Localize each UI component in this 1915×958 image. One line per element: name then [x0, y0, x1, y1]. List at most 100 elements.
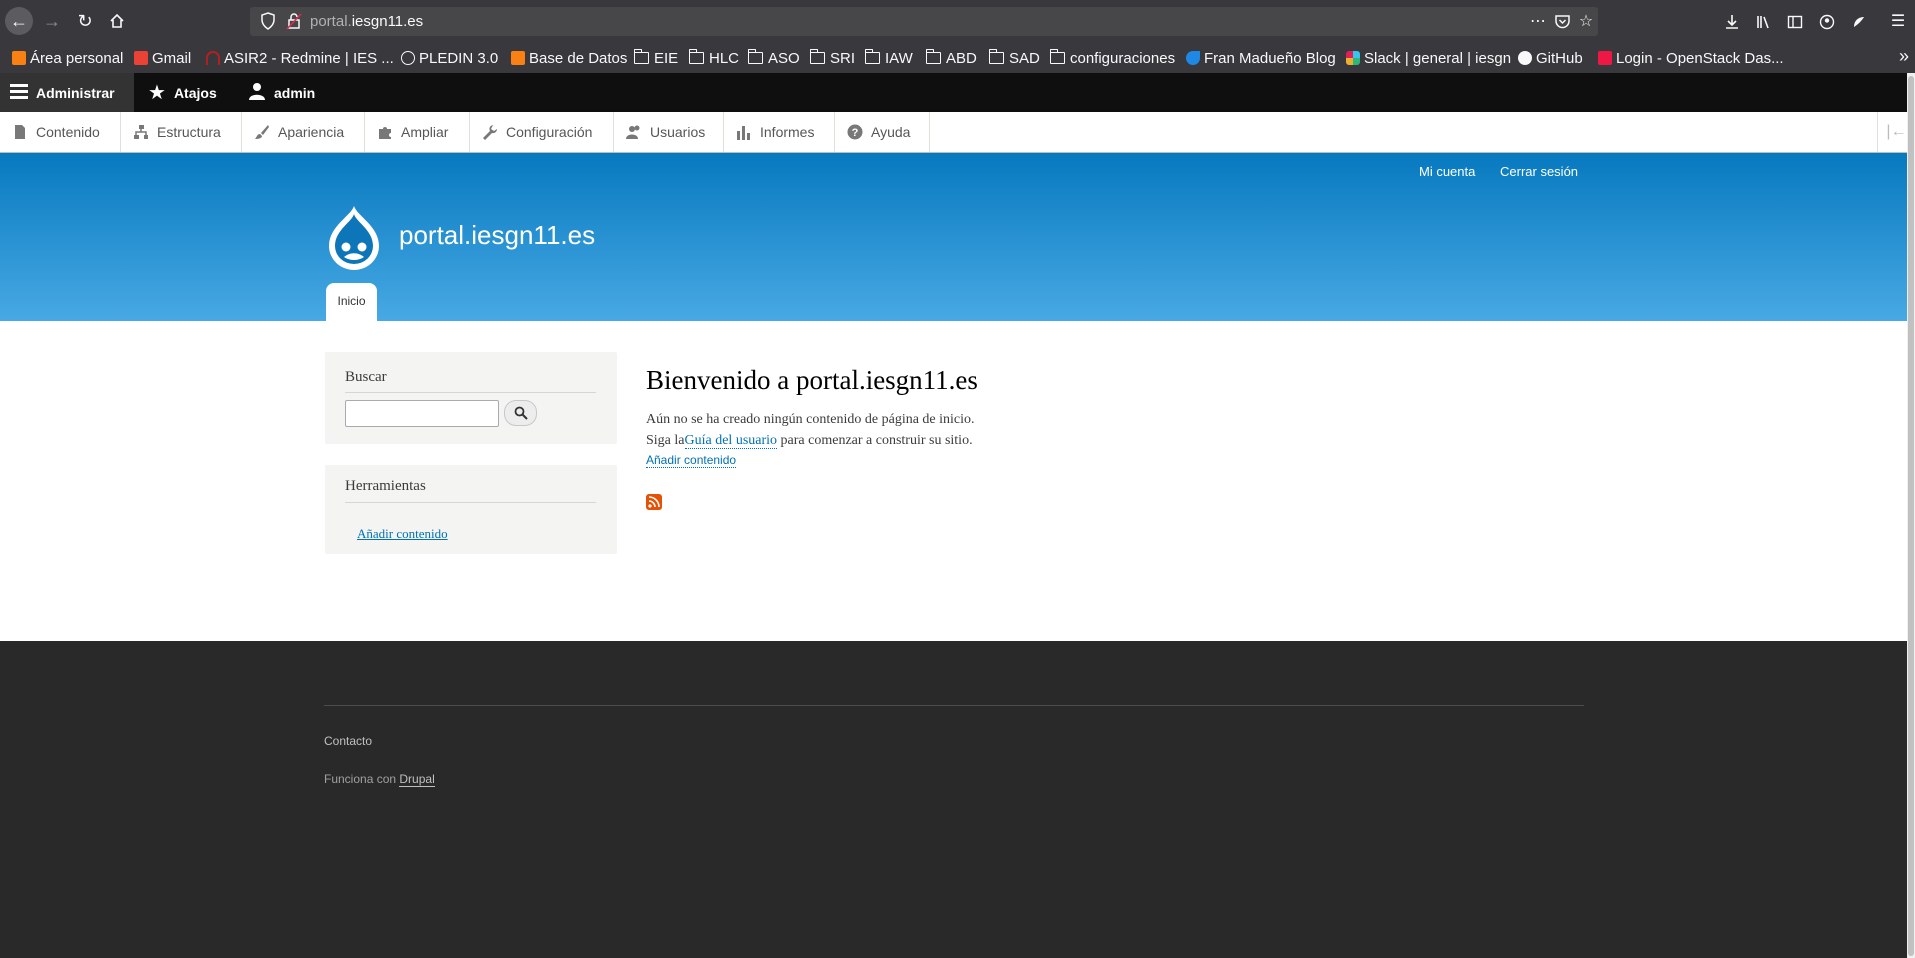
- bookmark-item[interactable]: Slack | general | iesgn: [1346, 48, 1511, 68]
- tray-label: Estructura: [157, 124, 221, 140]
- divider: [345, 392, 596, 393]
- url-text[interactable]: portal.iesgn11.es: [310, 13, 423, 30]
- bookmark-item[interactable]: Área personal: [12, 48, 123, 68]
- search-button[interactable]: [504, 400, 537, 426]
- home-icon: [110, 13, 124, 28]
- bookmark-item[interactable]: GitHub: [1518, 48, 1583, 68]
- library-icon[interactable]: [1752, 10, 1776, 34]
- bookmark-label: EIE: [654, 49, 679, 67]
- bookmark-label: Gmail: [152, 49, 192, 67]
- tab-home[interactable]: Inicio: [326, 283, 377, 321]
- sitemap-icon: [134, 125, 148, 139]
- bookmark-label: ABD: [946, 49, 977, 67]
- bookmark-star-icon[interactable]: ☆: [1575, 11, 1597, 33]
- pocket-icon[interactable]: [1551, 11, 1573, 33]
- my-account-link[interactable]: Mi cuenta: [1419, 164, 1475, 179]
- tray-item-configuration[interactable]: Configuración: [470, 112, 614, 152]
- site-name[interactable]: portal.iesgn11.es: [399, 220, 595, 251]
- url-bar[interactable]: portal.iesgn11.es ⋯ ☆: [250, 7, 1598, 36]
- bookmark-label: HLC: [709, 49, 740, 67]
- bookmark-item[interactable]: Fran Madueño Blog: [1186, 48, 1336, 68]
- tray-label: Ayuda: [871, 124, 911, 140]
- scrollbar-thumb[interactable]: [1908, 76, 1914, 956]
- tray-item-content[interactable]: Contenido: [0, 112, 121, 152]
- contact-link[interactable]: Contacto: [324, 734, 372, 748]
- add-content-link[interactable]: Añadir contenido: [646, 453, 737, 468]
- bookmark-item[interactable]: Gmail: [134, 48, 191, 68]
- bookmark-item[interactable]: Login - OpenStack Das...: [1598, 48, 1784, 68]
- openstack-icon: [1598, 51, 1612, 65]
- gmail-icon: [134, 51, 148, 65]
- blog-icon: [1186, 51, 1200, 65]
- tray-label: Informes: [760, 124, 815, 140]
- bookmark-item[interactable]: Base de Datos: [511, 48, 627, 68]
- manage-tab[interactable]: Administrar: [0, 73, 134, 112]
- tools-block-title: Herramientas: [345, 478, 426, 494]
- bookmark-folder[interactable]: configuraciones: [1049, 48, 1175, 68]
- insecure-lock-icon[interactable]: [286, 12, 302, 30]
- rss-feed-icon[interactable]: [646, 494, 662, 510]
- bookmark-folder[interactable]: ABD: [925, 48, 977, 68]
- powered-by: Funciona con Drupal: [324, 772, 435, 787]
- extension-icon[interactable]: [1847, 10, 1871, 34]
- drupal-link[interactable]: Drupal: [399, 772, 435, 787]
- tray-item-help[interactable]: ? Ayuda: [835, 112, 930, 152]
- tray-label: Configuración: [506, 124, 593, 140]
- user-tab[interactable]: admin: [238, 73, 325, 112]
- search-block: Buscar: [325, 352, 617, 444]
- drupal-logo-icon[interactable]: [325, 204, 383, 270]
- redmine-icon: [206, 51, 220, 65]
- bookmark-folder[interactable]: ASO: [747, 48, 800, 68]
- user-guide-link[interactable]: Guía del usuario: [684, 433, 778, 449]
- user-icon: [248, 82, 266, 103]
- forward-button[interactable]: →: [38, 7, 66, 35]
- tray-item-structure[interactable]: Estructura: [121, 112, 242, 152]
- sidebar-icon[interactable]: [1783, 10, 1807, 34]
- bookmark-label: ASIR2 - Redmine | IES ...: [224, 49, 394, 67]
- bookmarks-overflow-icon[interactable]: »: [1899, 46, 1909, 67]
- downloads-icon[interactable]: [1720, 10, 1744, 34]
- add-content-link[interactable]: Añadir contenido: [357, 526, 448, 542]
- folder-icon: [988, 49, 1004, 64]
- home-button[interactable]: [103, 7, 131, 35]
- page-actions-icon[interactable]: ⋯: [1527, 11, 1549, 33]
- bookmark-folder[interactable]: SRI: [809, 48, 856, 68]
- footer-divider: [324, 705, 1584, 706]
- page-scrollbar[interactable]: [1907, 73, 1915, 958]
- tray-item-extend[interactable]: Ampliar: [365, 112, 470, 152]
- tray-item-reports[interactable]: Informes: [724, 112, 835, 152]
- account-icon[interactable]: [1815, 10, 1839, 34]
- bookmark-item[interactable]: ASIR2 - Redmine | IES ...: [206, 48, 394, 68]
- bookmark-folder[interactable]: SAD: [988, 48, 1040, 68]
- moodle-icon: [12, 51, 26, 65]
- puzzle-icon: [379, 127, 391, 139]
- wrench-icon: [483, 125, 498, 140]
- bookmark-folder[interactable]: IAW: [864, 48, 913, 68]
- bookmark-folder[interactable]: HLC: [688, 48, 740, 68]
- tracking-protection-icon[interactable]: [260, 12, 276, 30]
- tray-item-people[interactable]: Usuarios: [614, 112, 724, 152]
- bookmark-item[interactable]: PLEDIN 3.0: [401, 48, 498, 68]
- hamburger-icon: [10, 83, 28, 102]
- shortcuts-tab[interactable]: ★ Atajos: [138, 73, 227, 112]
- globe-icon: [401, 51, 415, 65]
- file-icon: [15, 125, 25, 139]
- menu-icon[interactable]: ☰: [1886, 10, 1910, 34]
- bookmark-folder[interactable]: EIE: [633, 48, 679, 68]
- tray-item-appearance[interactable]: Apariencia: [242, 112, 365, 152]
- tools-block: Herramientas Añadir contenido: [325, 465, 617, 554]
- reload-button[interactable]: ↻: [71, 7, 99, 35]
- admin-tray: Contenido Estructura Apariencia Ampliar …: [0, 112, 1915, 153]
- secondary-menu: Mi cuenta: [1419, 164, 1475, 179]
- back-button[interactable]: ←: [5, 7, 33, 35]
- url-subdomain: portal.: [310, 13, 352, 30]
- tray-label: Apariencia: [278, 124, 345, 140]
- bookmark-label: Slack | general | iesgn: [1364, 49, 1512, 67]
- bookmark-label: SRI: [830, 49, 856, 67]
- logout-link[interactable]: Cerrar sesión: [1500, 164, 1578, 179]
- star-icon: ★: [148, 82, 166, 104]
- moodle-icon: [511, 51, 525, 65]
- admin-toolbar: Administrar ★ Atajos admin: [0, 73, 1915, 112]
- search-input[interactable]: [345, 400, 499, 427]
- slack-icon: [1346, 51, 1360, 65]
